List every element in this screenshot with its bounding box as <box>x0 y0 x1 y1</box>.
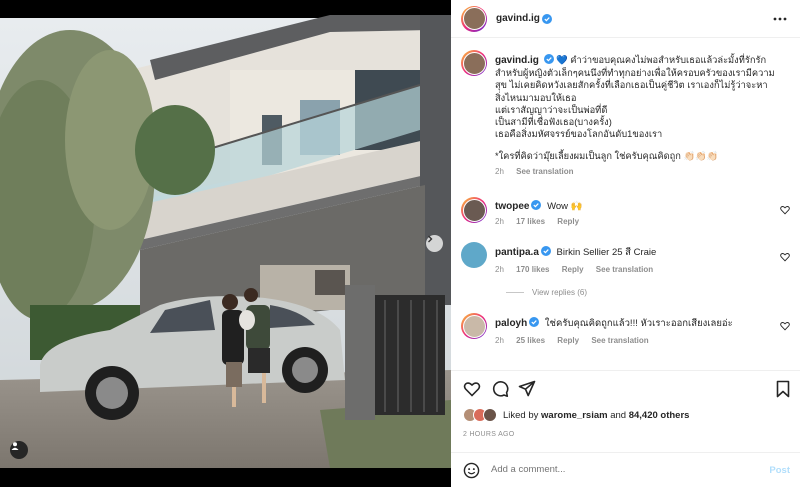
caption-line: สุข ไม่เคยคิดหวังเลยสักครั้งที่เลือกเธอเ… <box>495 80 768 91</box>
post-photo <box>0 0 451 487</box>
verified-badge-icon <box>543 54 554 64</box>
likes-by-username[interactable]: warome_rsiam <box>541 410 608 421</box>
comment-time: 2h <box>495 265 504 274</box>
liker-avatars <box>463 408 497 422</box>
post-comment-button[interactable]: Post <box>769 465 790 476</box>
verified-badge-icon <box>540 246 551 256</box>
view-replies-button[interactable]: View replies (6) <box>506 288 587 297</box>
comment-likes[interactable]: 170 likes <box>516 265 549 274</box>
caption-line: แต่เราสัญญาว่าจะเป็นพ่อที่ดี <box>495 104 608 115</box>
carousel-next-button[interactable] <box>426 235 443 252</box>
comment-likes[interactable]: 17 likes <box>516 217 545 226</box>
comment-text: Birkin Sellier 25 สี Craie <box>556 247 657 258</box>
avatar[interactable] <box>461 197 487 223</box>
post-details-panel: gavind.ig gavind.ig 💙 คำว่าขอบคุณคงไม่พอ… <box>451 0 800 487</box>
caption-line: คำว่าขอบคุณคงไม่พอสำหรับเธอแล้วล่ะมั้งที… <box>570 55 767 65</box>
tagged-users-button[interactable] <box>10 441 28 459</box>
user-icon <box>11 442 19 450</box>
caption-line: เป็นสามีที่เชื่อฟังเธอ(บางครั้ง) <box>495 117 612 128</box>
reply-button[interactable]: Reply <box>557 336 579 345</box>
caption-username[interactable]: gavind.ig <box>495 55 539 66</box>
reply-button[interactable]: Reply <box>557 217 579 226</box>
like-heart-icon[interactable] <box>463 380 481 398</box>
caption-note: *ใครที่คิดว่ามุ๊ยเลี้ยงผมเป็นลูก ใช่ครับ… <box>495 151 719 162</box>
blue-heart-icon: 💙 <box>556 55 568 65</box>
comment-input[interactable] <box>491 464 741 475</box>
chevron-right-icon <box>428 235 433 243</box>
save-bookmark-icon[interactable] <box>774 380 792 398</box>
avatar[interactable] <box>461 242 487 268</box>
post-actions-bar <box>451 370 800 408</box>
add-comment-bar: Post <box>451 452 800 487</box>
view-replies-label: View replies (6) <box>532 288 587 297</box>
post-header: gavind.ig <box>451 0 800 38</box>
post-caption: gavind.ig 💙 คำว่าขอบคุณคงไม่พอสำหรับเธอแ… <box>461 50 780 176</box>
emoji-icon[interactable] <box>463 462 480 479</box>
like-comment-heart-icon[interactable] <box>780 205 790 215</box>
like-comment-heart-icon[interactable] <box>780 321 790 331</box>
comment-item: pantipa.a Birkin Sellier 25 สี Craie 2h … <box>461 242 663 274</box>
comment-time: 2h <box>495 336 504 345</box>
comment-username[interactable]: pantipa.a <box>495 247 539 258</box>
caption-time: 2h <box>495 166 504 176</box>
likes-prefix: Liked by <box>503 409 539 421</box>
caption-line: สิ่งไหนมามอบให้เธอ <box>495 92 577 103</box>
comment-bubble-icon[interactable] <box>491 380 509 398</box>
verified-badge-icon <box>531 200 542 210</box>
caption-line: เธอคือสิ่งมหัศจรรย์ของโลกอันดับ1ของเรา <box>495 129 663 140</box>
avatar[interactable] <box>461 313 487 339</box>
likes-summary: Liked by warome_rsiam and 84,420 others <box>463 408 689 422</box>
reply-button[interactable]: Reply <box>562 265 584 274</box>
see-translation-link[interactable]: See translation <box>516 167 573 176</box>
avatar[interactable] <box>461 50 487 76</box>
likes-others-count[interactable]: 84,420 others <box>629 410 690 421</box>
share-paper-plane-icon[interactable] <box>518 380 536 398</box>
comment-likes[interactable]: 25 likes <box>516 336 545 345</box>
like-comment-heart-icon[interactable] <box>780 252 790 262</box>
comment-username[interactable]: twopee <box>495 201 529 212</box>
more-options-icon[interactable] <box>772 12 788 26</box>
post-author-username[interactable]: gavind.ig <box>496 13 540 24</box>
house-car-photo <box>0 15 451 468</box>
likes-and: and <box>610 409 627 421</box>
caption-line: สำหรับผู้หญิงตัวเล็กๆคนนึงที่ทำทุกอย่างเ… <box>495 68 775 79</box>
see-translation-link[interactable]: See translation <box>591 336 648 345</box>
avatar[interactable] <box>461 5 487 32</box>
post-timestamp: 2 HOURS AGO <box>463 431 515 438</box>
comment-text: Wow 🙌 <box>547 201 583 212</box>
comment-username[interactable]: paloyh <box>495 318 527 329</box>
see-translation-link[interactable]: See translation <box>596 265 653 274</box>
verified-badge-icon <box>541 13 552 24</box>
comment-text: ใช่ครับคุณคิดถูกแล้ว!!! หัวเราะออกเสียงเ… <box>544 318 733 329</box>
comment-item: twopee Wow 🙌 2h 17 likes Reply <box>461 197 589 226</box>
verified-badge-icon <box>529 317 540 327</box>
comment-time: 2h <box>495 217 504 226</box>
comment-item: paloyh ใช่ครับคุณคิดถูกแล้ว!!! หัวเราะออ… <box>461 313 733 345</box>
